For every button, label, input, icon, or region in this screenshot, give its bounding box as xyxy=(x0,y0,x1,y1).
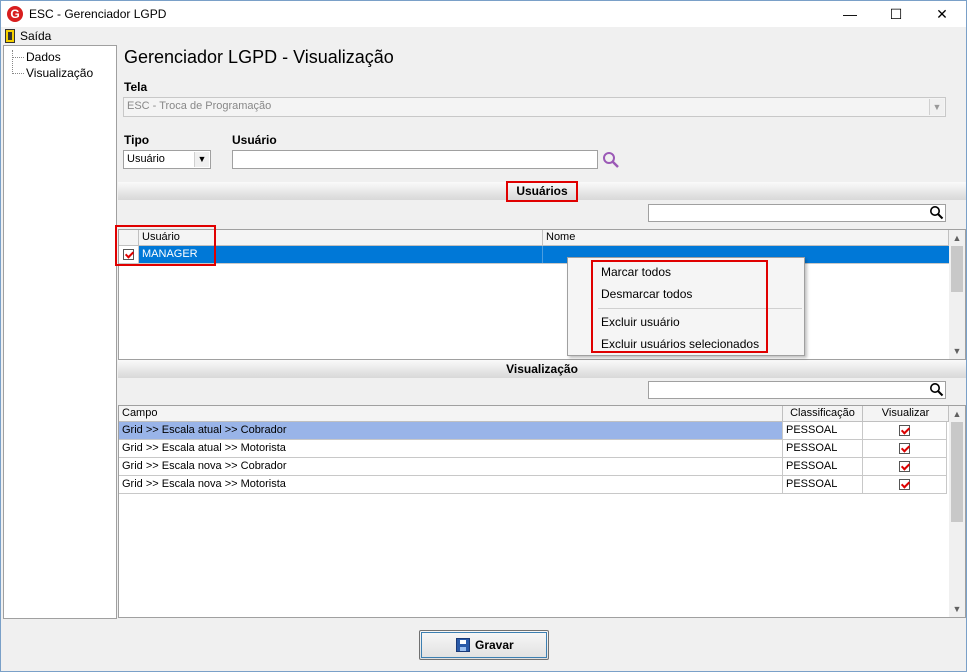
usuario-label: Usuário xyxy=(232,133,277,147)
search-icon[interactable] xyxy=(929,382,944,397)
scroll-thumb[interactable] xyxy=(951,422,963,522)
checkbox-checked-icon[interactable] xyxy=(899,478,910,490)
table-row[interactable]: Grid >> Escala atual >> Motorista PESSOA… xyxy=(119,440,947,458)
column-header-nome[interactable]: Nome xyxy=(543,230,949,246)
app-logo-icon: G xyxy=(7,6,23,22)
annotation-highlight xyxy=(591,260,768,353)
close-button[interactable]: ✕ xyxy=(919,1,965,27)
view-section-title: Visualização xyxy=(506,362,578,376)
tipo-label: Tipo xyxy=(124,133,150,147)
column-header-classificacao[interactable]: Classificação xyxy=(783,406,863,422)
cell-campo: Grid >> Escala nova >> Motorista xyxy=(119,476,783,493)
scroll-thumb[interactable] xyxy=(951,246,963,292)
page-title: Gerenciador LGPD - Visualização xyxy=(124,47,394,67)
cell-classificacao: PESSOAL xyxy=(783,458,863,475)
save-button[interactable]: Gravar xyxy=(419,630,549,660)
tree-connector xyxy=(12,57,24,58)
checkbox-checked-icon[interactable] xyxy=(899,424,910,436)
title-bar: G ESC - Gerenciador LGPD — ☐ ✕ xyxy=(1,1,966,27)
window-title: ESC - Gerenciador LGPD xyxy=(29,7,167,21)
exit-door-icon xyxy=(5,29,15,43)
scroll-up-icon[interactable]: ▲ xyxy=(949,230,965,246)
tela-label: Tela xyxy=(124,80,148,94)
save-button-label: Gravar xyxy=(475,638,514,652)
table-row[interactable]: Grid >> Escala nova >> Cobrador PESSOAL xyxy=(119,458,947,476)
floppy-disk-icon xyxy=(456,638,470,652)
scroll-up-icon[interactable]: ▲ xyxy=(949,406,965,422)
tipo-select-value: Usuário xyxy=(127,153,165,165)
tela-select: ESC - Troca de Programação ▼ xyxy=(123,97,946,117)
cell-campo: Grid >> Escala nova >> Cobrador xyxy=(119,458,783,475)
tela-select-value: ESC - Troca de Programação xyxy=(127,100,272,112)
annotation-highlight xyxy=(115,225,216,266)
usuario-input[interactable] xyxy=(232,150,598,169)
chevron-down-icon: ▼ xyxy=(929,99,944,115)
navigation-tree: Dados Visualização xyxy=(3,45,117,619)
maximize-button[interactable]: ☐ xyxy=(873,1,919,27)
cell-visualizar[interactable] xyxy=(863,422,947,439)
scroll-down-icon[interactable]: ▼ xyxy=(949,343,965,359)
view-grid-scrollbar[interactable]: ▲ ▼ xyxy=(949,406,965,617)
cell-classificacao: PESSOAL xyxy=(783,440,863,457)
search-icon[interactable] xyxy=(929,205,944,220)
cell-visualizar[interactable] xyxy=(863,476,947,493)
users-grid: Usuário Nome MANAGER ▲ ▼ xyxy=(118,229,966,360)
menu-exit[interactable]: Saída xyxy=(20,29,51,43)
view-grid-header: Campo Classificação Visualizar xyxy=(119,406,949,422)
cell-campo: Grid >> Escala atual >> Cobrador xyxy=(119,422,783,439)
cell-visualizar[interactable] xyxy=(863,440,947,457)
minimize-button[interactable]: — xyxy=(827,1,873,27)
search-icon[interactable] xyxy=(602,151,620,169)
cell-classificacao: PESSOAL xyxy=(783,476,863,493)
menu-bar: Saída xyxy=(1,27,966,45)
users-grid-scrollbar[interactable]: ▲ ▼ xyxy=(949,230,965,359)
checkbox-checked-icon[interactable] xyxy=(899,460,910,472)
users-grid-header: Usuário Nome xyxy=(119,230,949,246)
cell-visualizar[interactable] xyxy=(863,458,947,475)
cell-classificacao: PESSOAL xyxy=(783,422,863,439)
view-grid: Campo Classificação Visualizar Grid >> E… xyxy=(118,405,966,618)
users-search-input[interactable] xyxy=(648,204,946,222)
view-search-input[interactable] xyxy=(648,381,946,399)
tipo-select[interactable]: Usuário ▼ xyxy=(123,150,211,169)
table-row[interactable]: Grid >> Escala nova >> Motorista PESSOAL xyxy=(119,476,947,494)
annotation-highlight xyxy=(506,181,578,202)
app-window: G ESC - Gerenciador LGPD — ☐ ✕ Saída Dad… xyxy=(0,0,967,672)
table-row[interactable]: Grid >> Escala atual >> Cobrador PESSOAL xyxy=(119,422,947,440)
table-row[interactable]: MANAGER xyxy=(119,246,949,264)
cell-campo: Grid >> Escala atual >> Motorista xyxy=(119,440,783,457)
column-header-visualizar[interactable]: Visualizar xyxy=(863,406,949,422)
tree-item-visualizacao[interactable]: Visualização xyxy=(26,66,93,80)
checkbox-checked-icon[interactable] xyxy=(899,442,910,454)
column-header-campo[interactable]: Campo xyxy=(119,406,783,422)
tree-connector xyxy=(12,73,24,74)
chevron-down-icon[interactable]: ▼ xyxy=(194,152,209,167)
tree-item-dados[interactable]: Dados xyxy=(26,50,61,64)
tree-connector xyxy=(12,50,13,74)
scroll-down-icon[interactable]: ▼ xyxy=(949,601,965,617)
view-section-header: Visualização xyxy=(118,360,966,378)
